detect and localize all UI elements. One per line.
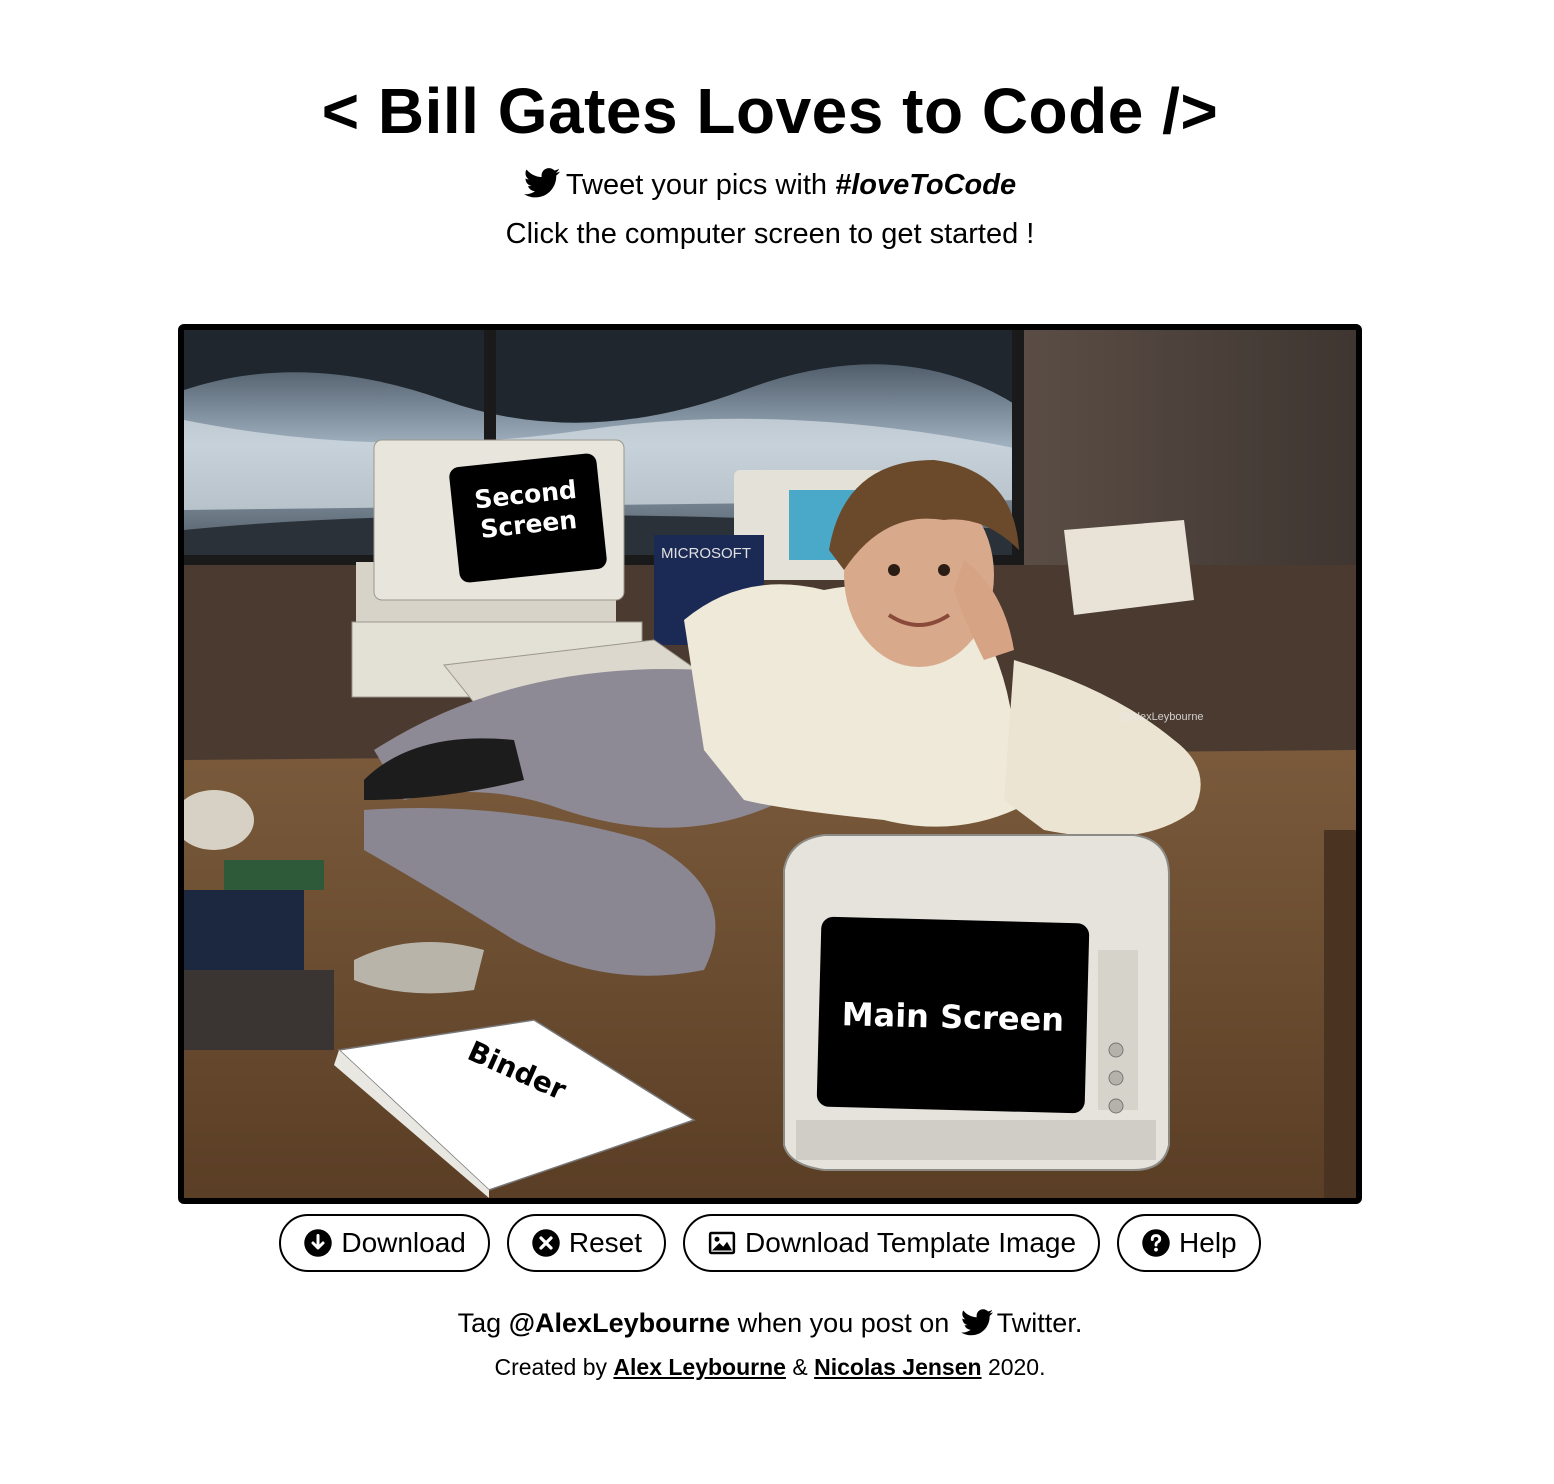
twitter-handle: @AlexLeybourne (508, 1308, 731, 1338)
action-bar: Download Reset Download Template Image H… (0, 1214, 1540, 1272)
page-title: < Bill Gates Loves to Code /> (321, 75, 1219, 147)
arrow-down-circle-icon (304, 1229, 333, 1257)
meme-photo-frame: MICROSOFT @AlexLeybourne Second Screen M… (178, 324, 1362, 1204)
tag-prefix: Tag (457, 1308, 502, 1338)
credit-year: 2020. (987, 1354, 1046, 1380)
reset-button-label: Reset (568, 1227, 643, 1258)
author-link-nicolas[interactable]: Nicolas Jensen (814, 1354, 981, 1380)
monitor-brand-text: MICROSOFT (661, 545, 751, 562)
download-button[interactable]: Download (279, 1214, 490, 1272)
credits: Created by Alex Leybourne & Nicolas Jens… (0, 1354, 1540, 1381)
tweet-instruction: Tweet your pics with #loveToCode (0, 168, 1540, 202)
hashtag: #loveToCode (835, 169, 1017, 201)
main-screen-label: Main Screen (841, 995, 1065, 1039)
reset-button[interactable]: Reset (506, 1214, 667, 1272)
start-instruction: Click the computer screen to get started… (505, 218, 1035, 250)
binder[interactable]: Binder (442, 1034, 592, 1106)
download-template-button[interactable]: Download Template Image (683, 1214, 1101, 1272)
help-button[interactable]: Help (1117, 1214, 1261, 1272)
tag-middle: when you post on (737, 1308, 950, 1338)
photo-watermark: @AlexLeybourne (1119, 711, 1204, 723)
image-icon (708, 1231, 736, 1255)
tweet-prefix: Tweet your pics with (565, 169, 828, 201)
author-link-alex[interactable]: Alex Leybourne (613, 1354, 786, 1380)
ampersand: & (792, 1354, 808, 1380)
download-template-button-label: Download Template Image (745, 1227, 1077, 1258)
created-by-label: Created by (494, 1354, 608, 1380)
x-circle-icon (532, 1229, 560, 1257)
twitter-bird-icon (960, 1309, 993, 1336)
second-screen[interactable]: Second Screen (448, 452, 608, 584)
platform-name: Twitter. (996, 1308, 1083, 1338)
question-circle-icon (1142, 1229, 1170, 1257)
download-button-label: Download (341, 1227, 466, 1258)
meme-photo: MICROSOFT @AlexLeybourne (184, 330, 1356, 1198)
twitter-bird-icon (523, 168, 560, 198)
help-button-label: Help (1179, 1227, 1237, 1258)
main-screen[interactable]: Main Screen (816, 916, 1090, 1114)
tag-instruction: Tag @AlexLeybourne when you post on Twit… (0, 1308, 1540, 1339)
